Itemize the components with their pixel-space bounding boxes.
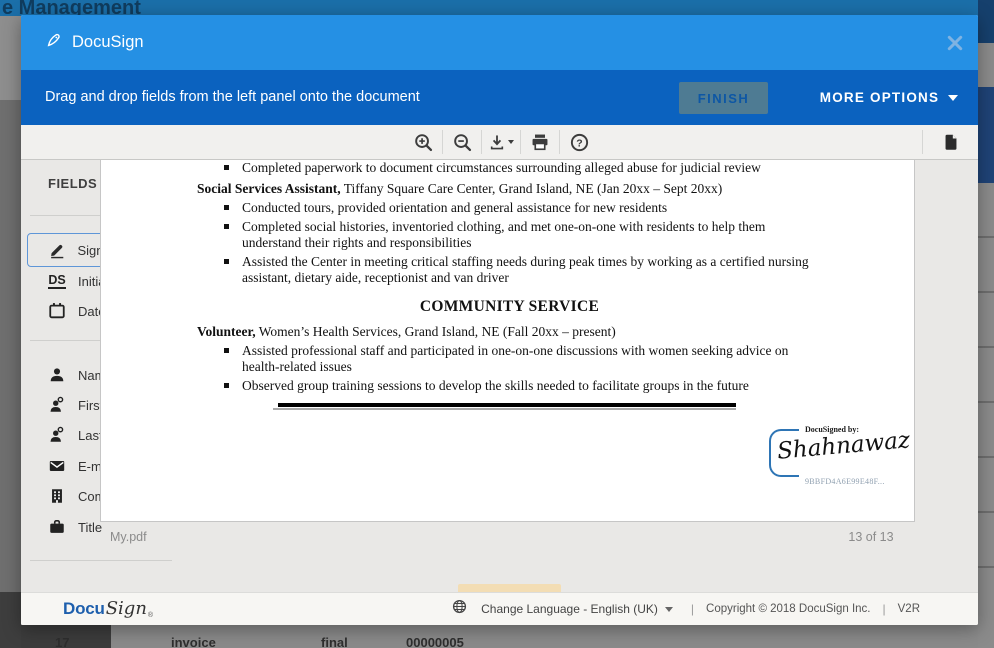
person-badge-icon [47,395,67,415]
pen-icon [47,240,67,260]
panel-divider [30,560,172,561]
version-label: V2R [898,603,920,615]
svg-text:?: ? [576,137,582,149]
field-item-label: Last [78,428,103,443]
document-bullet-line: Conducted tours, provided orientation an… [197,200,822,216]
bullet-square-icon [224,224,229,229]
calendar-icon [47,301,67,321]
finish-button[interactable]: FINISH [679,82,768,114]
building-icon [47,486,67,506]
document-page[interactable]: Completed paperwork to document circumst… [100,160,915,522]
background-top-bar: e Management [0,0,978,16]
bullet-square-icon [224,165,229,170]
briefcase-icon [47,517,67,537]
document-text: Completed paperwork to document circumst… [197,160,822,410]
modal-footer: DocuSign® Change Language - English (UK)… [21,592,978,625]
document-heading-line: Volunteer, Women’s Health Services, Gran… [197,324,822,340]
envelope-icon [47,456,67,476]
action-bar: Drag and drop fields from the left panel… [21,70,978,125]
background-left-strip [0,592,21,648]
help-icon[interactable]: ? [560,125,598,159]
background-page-title: e Management [2,0,141,16]
field-item-label: Title [78,520,102,535]
ds-initials-icon: DS [47,271,67,291]
print-icon[interactable] [521,125,559,159]
footer-separator: | [883,602,886,616]
bullet-square-icon [224,348,229,353]
footer-separator: | [691,602,694,616]
document-bullet-line: Completed social histories, inventoried … [197,219,822,251]
drag-drop-instruction: Drag and drop fields from the left panel… [45,70,420,125]
background-right-strip [978,0,994,648]
modal-content: FIELDS SignatureDSInitialDateNameFirstLa… [21,160,978,592]
chevron-down-icon [948,95,958,101]
document-bullet-line: Assisted professional staff and particip… [197,343,822,375]
background-text-fragment: 17 [55,635,69,648]
signature-stamp: DocuSigned by: Shahnawaz 9BBFD4A6E99E48F… [769,424,915,496]
signature-id: 9BBFD4A6E99E48F... [805,477,885,486]
zoom-out-icon[interactable] [443,125,481,159]
zoom-in-icon[interactable] [404,125,442,159]
hidden-button-edge [458,584,561,592]
document-section-heading: COMMUNITY SERVICE [197,299,822,315]
background-text-fragment: invoice [171,635,216,648]
document-toolbar: ? [21,125,978,160]
bullet-square-icon [224,383,229,388]
background-text-fragment: final [321,635,348,648]
page-thumbnail-icon[interactable] [923,125,978,159]
background-left-strip [0,100,21,592]
chevron-down-icon [508,140,514,144]
docusign-footer-logo: DocuSign® [63,598,153,619]
bullet-square-icon [224,259,229,264]
docusign-brand: DocuSign [45,15,144,70]
pen-nib-icon [45,31,63,54]
globe-icon [452,599,467,619]
person-badge-icon [47,425,67,445]
document-bullet-line: Assisted the Center in meeting critical … [197,254,822,286]
screen: e Management 17 invoice final 00000005 Docu… [0,0,994,648]
background-left-strip [0,16,21,100]
close-icon[interactable] [944,33,966,55]
document-bullet-line: Completed paperwork to document circumst… [197,160,822,176]
document-divider-rule [278,403,736,410]
docusign-modal: DocuSign Drag and drop fields from the l… [21,15,978,625]
person-icon [47,365,67,385]
registered-mark: ® [148,612,153,619]
background-text-fragment: 00000005 [406,635,464,648]
more-options-button[interactable]: MORE OPTIONS [809,70,969,125]
document-bullet-line: Observed group training sessions to deve… [197,378,822,394]
modal-header: DocuSign [21,15,978,70]
copyright-text: Copyright © 2018 DocuSign Inc. [706,603,870,615]
bullet-square-icon [224,205,229,210]
fields-panel-title: FIELDS [48,176,97,191]
background-bottom-strip: 17 invoice final 00000005 [21,625,978,648]
download-icon[interactable] [482,125,520,159]
document-heading-line: Social Services Assistant, Tiffany Squar… [197,181,822,197]
change-language-button[interactable]: Change Language - English (UK) [475,601,679,617]
chevron-down-icon [665,607,673,612]
page-indicator: 13 of 13 [821,530,921,544]
brand-label: DocuSign [72,33,144,52]
